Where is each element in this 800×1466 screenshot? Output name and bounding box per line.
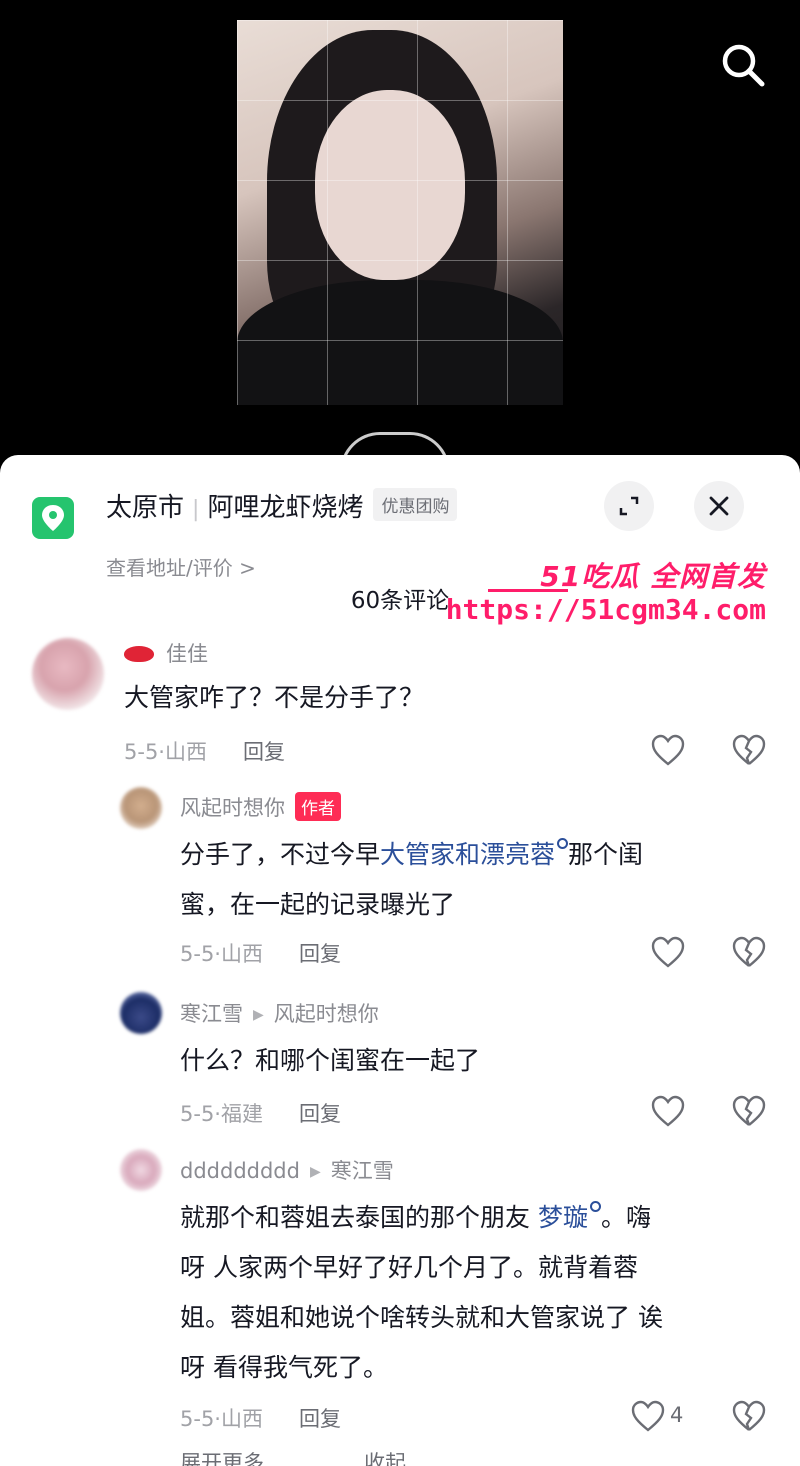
comment-reply-item: 寒江雪 ▶ 风起时想你 什么？和哪个闺蜜在一起了 5-5·福建 回复 (0, 990, 800, 1135)
location-shop: 阿哩龙虾烧烤 (207, 493, 364, 523)
comment-meta: 5-5·山西 回复 (124, 740, 285, 764)
search-small-icon (589, 1201, 601, 1212)
avatar[interactable] (120, 787, 162, 829)
reply-arrow-icon: ▶ (253, 1007, 264, 1023)
search-small-icon (557, 838, 569, 849)
author-badge: 作者 (295, 792, 341, 821)
avatar[interactable] (32, 638, 104, 710)
view-address-link[interactable]: 查看地址/评价 > (106, 552, 256, 581)
like-icon[interactable] (650, 935, 686, 969)
location-card[interactable]: 太原市 | 阿哩龙虾烧烤 优惠团购 查看地址/评价 > (32, 481, 776, 580)
dislike-icon[interactable] (731, 733, 767, 767)
reply-arrow-icon: ▶ (309, 1164, 321, 1180)
comment-item: 佳佳 大管家咋了？不是分手了？ 5-5·山西 回复 (0, 635, 800, 775)
comment-reply-item: 风起时想你 作者 分手了，不过今早大管家和漂亮蓉 那个闺 蜜，在一起的记录曝光了 5… (0, 785, 800, 975)
promo-watermark: 51吃瓜 全网首发 https://51cgm34.com (446, 555, 788, 635)
collapse-button[interactable]: 收起 (364, 1451, 406, 1466)
comment-text: 分手了，不过今早大管家和漂亮蓉 那个闺 蜜，在一起的记录曝光了 (180, 838, 644, 919)
reply-button[interactable]: 回复 (299, 1407, 341, 1431)
promo-line1: 51吃瓜 全网首发 (540, 560, 766, 593)
location-pin-icon (32, 497, 74, 539)
avatar[interactable] (120, 1149, 162, 1191)
comment-author[interactable]: 寒江雪 ▶ 风起时想你 (180, 998, 379, 1028)
location-divider: | (192, 497, 200, 522)
like-icon[interactable] (630, 1399, 666, 1433)
reply-button[interactable]: 回复 (243, 740, 285, 764)
comments-sheet: 太原市 | 阿哩龙虾烧烤 优惠团购 查看地址/评价 > 60条评论 51吃瓜 全网首发… (0, 455, 800, 1466)
expand-icon (619, 496, 639, 516)
like-count: 4 (670, 1403, 684, 1427)
photo-grid-overlay (237, 20, 563, 405)
close-button[interactable] (694, 481, 744, 531)
reply-button[interactable]: 回复 (299, 1102, 341, 1126)
comment-author[interactable]: 佳佳 (124, 638, 208, 668)
replies-controls: 展开更多 收起 (180, 1447, 406, 1466)
like-icon[interactable] (650, 733, 686, 767)
avatar[interactable] (120, 992, 162, 1034)
search-keyword-link[interactable]: 大管家和漂亮蓉 (380, 838, 569, 869)
comment-meta: 5-5·山西 回复 (180, 1407, 341, 1431)
lips-emoji-icon (124, 646, 154, 662)
group-buy-tag: 优惠团购 (373, 488, 458, 521)
dislike-icon[interactable] (731, 1399, 767, 1433)
dislike-icon[interactable] (731, 1094, 767, 1128)
dislike-icon[interactable] (731, 935, 767, 969)
comment-author[interactable]: 风起时想你 作者 (180, 792, 341, 822)
video-area[interactable] (0, 0, 800, 470)
search-keyword-link[interactable]: 梦璇 (538, 1201, 601, 1232)
comment-meta: 5-5·福建 回复 (180, 1102, 341, 1126)
comment-reply-item: ddddddddd ▶ 寒江雪 就那个和蓉姐去泰国的那个朋友 梦璇 。嗨 呀 人家两个… (0, 1147, 800, 1437)
comment-text: 大管家咋了？不是分手了？ (124, 683, 425, 712)
comment-meta: 5-5·山西 回复 (180, 942, 341, 966)
video-frame-photo (237, 20, 563, 405)
close-icon (709, 496, 729, 516)
comment-text: 就那个和蓉姐去泰国的那个朋友 梦璇 。嗨 呀 人家两个早好了好几个月了。就背着蓉 … (180, 1201, 663, 1382)
expand-button[interactable] (604, 481, 654, 531)
comment-text: 什么？和哪个闺蜜在一起了 (180, 1046, 481, 1075)
location-city: 太原市 (106, 493, 185, 523)
promo-line2: https://51cgm34.com (445, 593, 766, 626)
comment-author[interactable]: ddddddddd ▶ 寒江雪 (180, 1155, 394, 1185)
reply-button[interactable]: 回复 (299, 942, 341, 966)
like-icon[interactable] (650, 1094, 686, 1128)
expand-more-button[interactable]: 展开更多 (180, 1451, 264, 1466)
location-title: 太原市 | 阿哩龙虾烧烤 优惠团购 (106, 487, 458, 524)
search-icon[interactable] (718, 40, 768, 90)
